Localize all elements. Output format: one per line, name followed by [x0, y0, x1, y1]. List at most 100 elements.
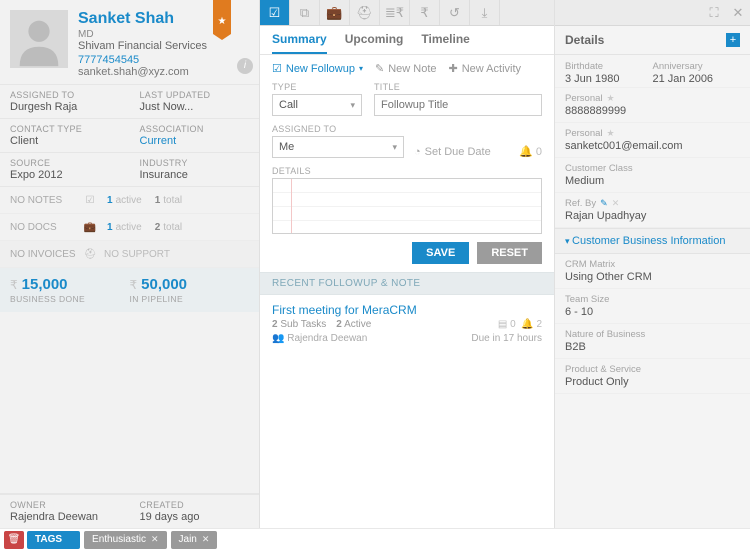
crm-matrix-label: CRM Matrix [565, 259, 740, 270]
customer-class-label: Customer Class [565, 163, 740, 174]
note-icon: ✎ [375, 62, 384, 75]
contact-name[interactable]: Sanket Shah [78, 10, 207, 28]
new-activity-action[interactable]: ✚New Activity [449, 62, 522, 75]
recent-due: Due in 17 hours [471, 333, 542, 344]
toolbar-download-icon[interactable]: ⤓ [470, 0, 500, 25]
created-label: CREATED [140, 500, 250, 510]
toolbar-history-icon[interactable]: ↺ [440, 0, 470, 25]
owner-value: Rajendra Deewan [10, 511, 120, 523]
rupee-icon: ₹ [10, 278, 18, 292]
anniversary-value: 21 Jan 2006 [653, 73, 741, 85]
support-icon: ⛑ [82, 246, 98, 262]
title-label: TITLE [374, 82, 542, 92]
star-icon: ★ [213, 16, 231, 27]
info-icon[interactable]: i [237, 58, 253, 74]
product-value: Product Only [565, 376, 740, 388]
industry-value: Insurance [140, 169, 250, 181]
personal-email-label: Personal [565, 128, 603, 139]
team-size-label: Team Size [565, 294, 740, 305]
remove-icon[interactable]: ✕ [612, 198, 620, 209]
assigned-to-label: ASSIGNED TO [10, 90, 120, 100]
recent-item[interactable]: First meeting for MeraCRM 2 Sub Tasks 2 … [260, 295, 554, 352]
details-textarea[interactable] [272, 178, 542, 234]
toolbar-support-icon[interactable]: ⛑ [350, 0, 380, 25]
anniversary-label: Anniversary [653, 61, 741, 72]
refby-value: Rajan Upadhyay [565, 210, 740, 222]
details-header: Details [565, 33, 604, 47]
remove-tag-icon[interactable]: ✕ [151, 534, 159, 545]
assigned-to-value: Durgesh Raja [10, 101, 120, 113]
last-updated-label: LAST UPDATED [140, 90, 250, 100]
new-note-action[interactable]: ✎New Note [375, 62, 437, 75]
toolbar-copy-icon[interactable]: ⧉ [290, 0, 320, 25]
avatar[interactable] [10, 10, 68, 68]
business-info-section[interactable]: Customer Business Information [555, 228, 750, 254]
briefcase-icon: 💼 [82, 219, 98, 235]
invoices-counter[interactable]: NO INVOICES ⛑ NO SUPPORT [0, 241, 259, 268]
docs-counter[interactable]: NO DOCS 💼 1active 2total [0, 214, 259, 241]
add-detail-button[interactable]: + [726, 33, 740, 47]
contact-type-label: CONTACT TYPE [10, 124, 120, 134]
pencil-icon[interactable]: ✎ [600, 198, 608, 209]
reminder-bell[interactable]: 🔔 0 [519, 145, 542, 158]
save-button[interactable]: SAVE [412, 242, 469, 264]
contact-sidebar: ★ i Sanket Shah MD Shivam Financial Serv… [0, 0, 260, 528]
check-icon: ☑ [82, 192, 98, 208]
toolbar-briefcase-icon[interactable]: 💼 [320, 0, 350, 25]
contact-type-value: Client [10, 135, 120, 147]
contact-email[interactable]: sanket.shah@xyz.com [78, 66, 207, 78]
clock-icon: ◔ [414, 146, 421, 158]
details-panel: ⛶ ✕ Details + Birthdate3 Jun 1980 Annive… [555, 0, 750, 528]
source-label: SOURCE [10, 158, 120, 168]
toolbar-list-icon[interactable]: ≣₹ [380, 0, 410, 25]
activity-icon: ✚ [449, 62, 458, 75]
contact-phone[interactable]: 7777454545 [78, 54, 207, 66]
tag-chip[interactable]: Jain✕ [171, 531, 218, 549]
star-icon[interactable]: ★ [607, 93, 615, 104]
chevron-down-icon: ▾ [392, 142, 397, 153]
toolbar-tasks-icon[interactable]: ☑ [260, 0, 290, 25]
contact-role: MD [78, 29, 207, 40]
tags-bar: 🗑 TAGS Enthusiastic✕ Jain✕ [0, 528, 750, 550]
title-input[interactable] [374, 94, 542, 116]
assigned-select[interactable]: Me▾ [272, 136, 404, 158]
product-label: Product & Service [565, 364, 740, 375]
set-due-date[interactable]: ◔Set Due Date [414, 146, 491, 158]
contact-company: Shivam Financial Services [78, 40, 207, 52]
crm-matrix-value: Using Other CRM [565, 271, 740, 283]
personal-email-value: sanketc001@email.com [565, 140, 740, 152]
personal-phone-value: 8888889999 [565, 105, 740, 117]
owner-label: OWNER [10, 500, 120, 510]
type-select[interactable]: Call▾ [272, 94, 362, 116]
bell-icon: 🔔 [521, 319, 533, 330]
birthdate-label: Birthdate [565, 61, 653, 72]
created-value: 19 days ago [140, 511, 250, 523]
chevron-down-icon: ▾ [350, 100, 355, 111]
close-icon[interactable]: ✕ [726, 0, 750, 25]
recent-header: RECENT FOLLOWUP & NOTE [260, 272, 554, 295]
tab-timeline[interactable]: Timeline [421, 32, 469, 54]
tag-chip[interactable]: Enthusiastic✕ [84, 531, 166, 549]
recent-title[interactable]: First meeting for MeraCRM [272, 303, 542, 317]
bookmark-ribbon[interactable]: ★ [213, 0, 231, 34]
team-size-value: 6 - 10 [565, 306, 740, 318]
remove-tag-icon[interactable]: ✕ [202, 534, 210, 545]
trash-icon[interactable]: 🗑 [4, 531, 24, 549]
nature-value: B2B [565, 341, 740, 353]
chevron-down-icon: ▾ [359, 64, 363, 73]
tab-upcoming[interactable]: Upcoming [345, 32, 404, 54]
tab-summary[interactable]: Summary [272, 32, 327, 54]
toolbar-rupee-icon[interactable]: ₹ [410, 0, 440, 25]
business-done: ₹15,000 BUSINESS DONE [10, 276, 130, 304]
association-value[interactable]: Current [140, 135, 250, 147]
source-value: Expo 2012 [10, 169, 120, 181]
tags-label-chip[interactable]: TAGS [27, 531, 80, 549]
star-icon[interactable]: ★ [607, 128, 615, 139]
nature-label: Nature of Business [565, 329, 740, 340]
expand-icon[interactable]: ⛶ [702, 0, 726, 25]
assigned-label: ASSIGNED TO [272, 124, 404, 134]
notes-counter[interactable]: NO NOTES ☑ 1active 1total [0, 187, 259, 214]
new-followup-action[interactable]: ☑New Followup▾ [272, 62, 363, 75]
reset-button[interactable]: RESET [477, 242, 542, 264]
last-updated-value: Just Now... [140, 101, 250, 113]
